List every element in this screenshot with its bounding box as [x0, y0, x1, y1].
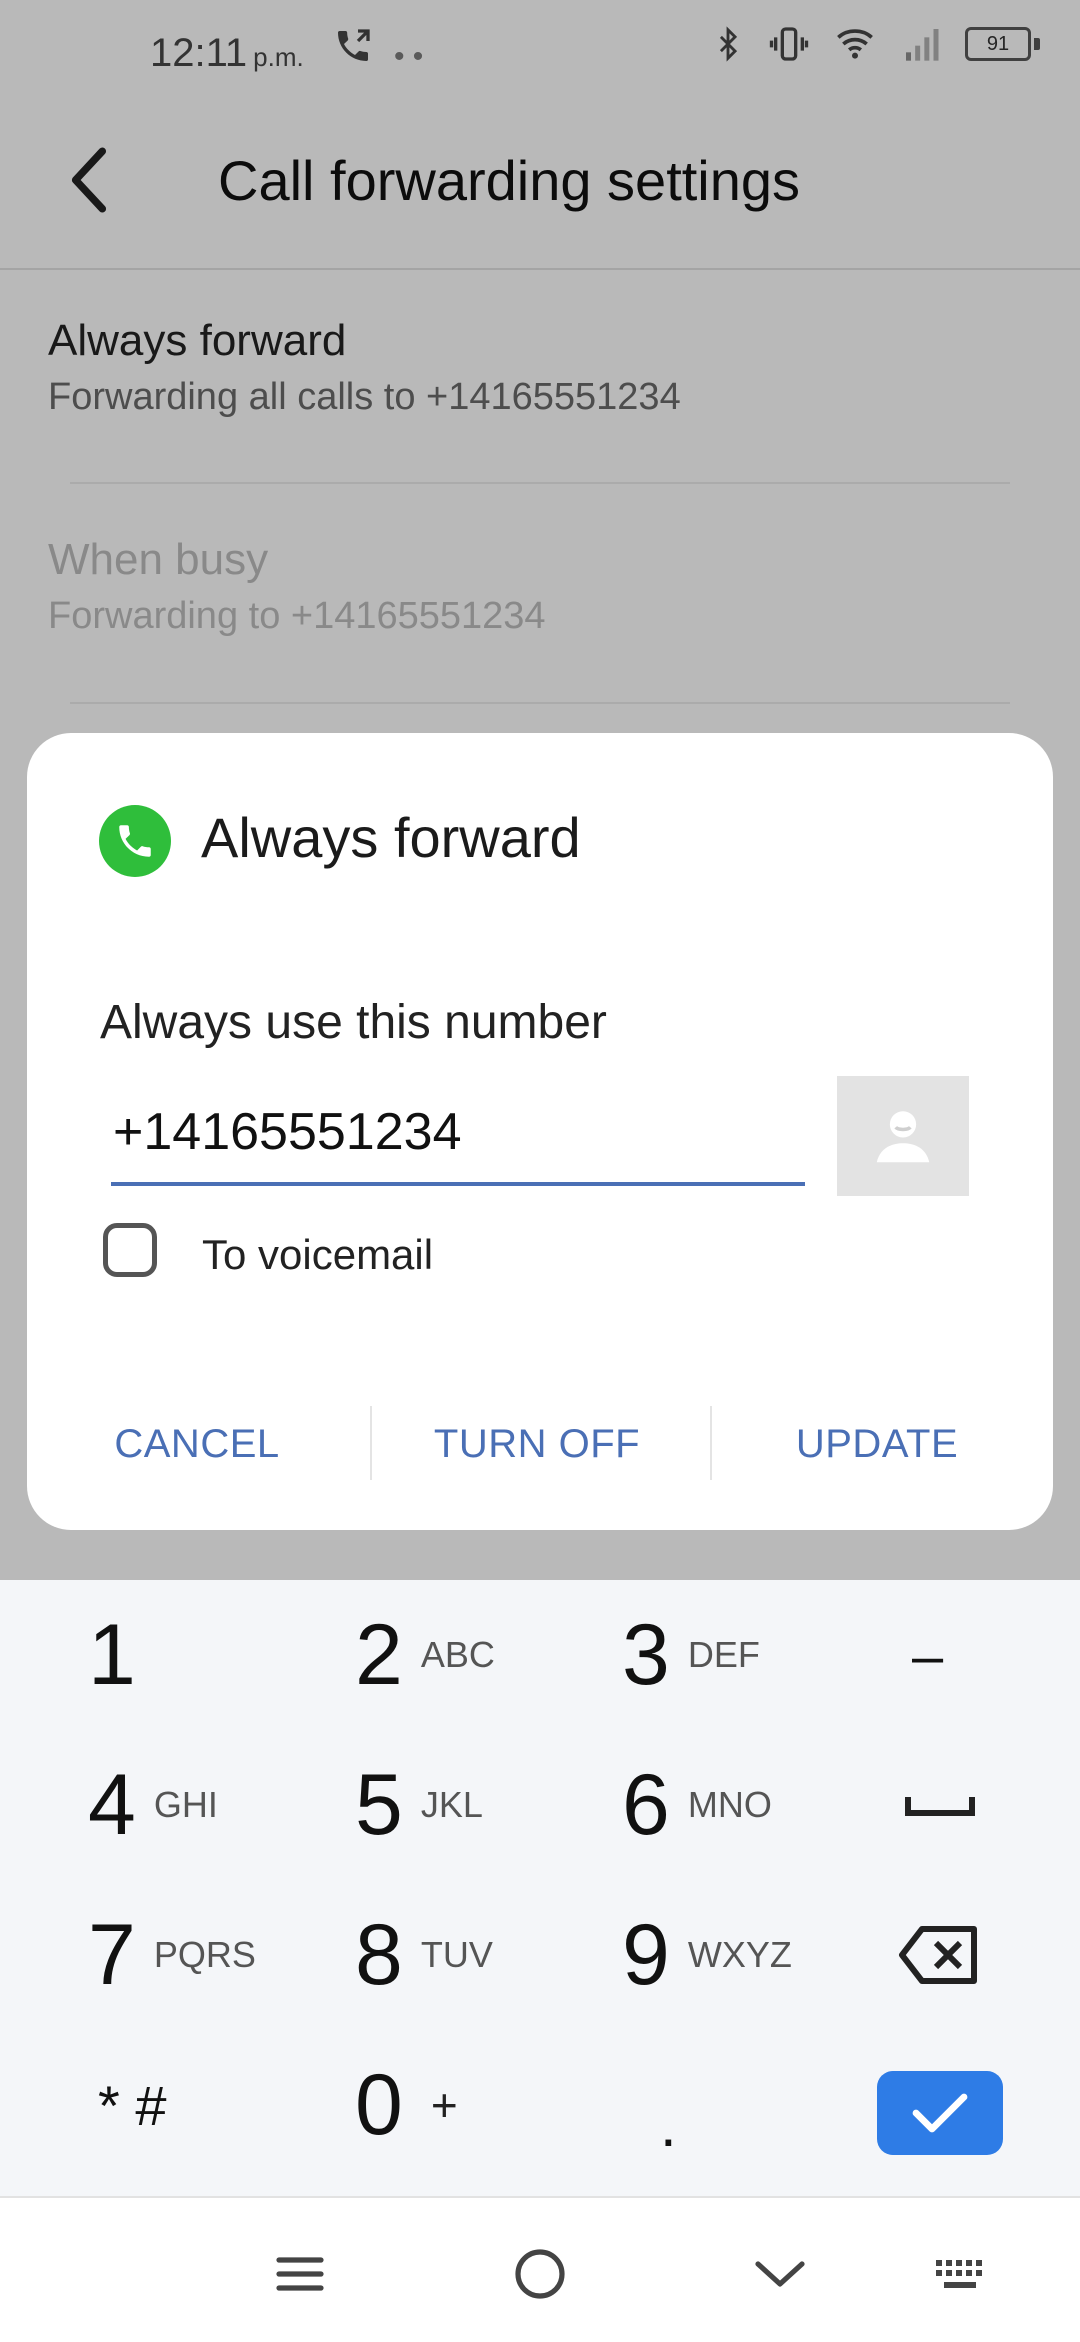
key-letters: ABC	[420, 1634, 495, 1675]
key-digit: * #	[98, 2073, 167, 2137]
always-forward-dialog: Always forward Always use this number To…	[27, 733, 1053, 1530]
key-4[interactable]: 4 GHI	[88, 1730, 218, 1880]
key-letters: GHI	[153, 1784, 218, 1825]
key-0[interactable]: 0 +	[355, 2030, 458, 2180]
voicemail-checkbox[interactable]	[103, 1223, 157, 1277]
contact-picker-icon[interactable]	[837, 1076, 969, 1196]
key-digit: 8	[355, 1906, 403, 2003]
key-digit: 3	[622, 1606, 670, 1703]
dialog-actions: CANCEL TURN OFF UPDATE	[27, 1406, 1053, 1482]
voicemail-label[interactable]: To voicemail	[202, 1231, 433, 1279]
action-divider	[370, 1406, 372, 1480]
key-5[interactable]: 5 JKL	[355, 1730, 483, 1880]
key-dot[interactable]: .	[660, 2050, 677, 2200]
phone-icon	[99, 805, 171, 877]
menu-icon[interactable]	[260, 2234, 340, 2314]
minus-key-label: –	[912, 1623, 944, 1687]
key-letters: TUV	[420, 1934, 493, 1975]
key-digit: .	[660, 2091, 677, 2159]
key-digit: 1	[88, 1606, 136, 1703]
key-digit: 0	[355, 2056, 403, 2153]
keyboard-icon[interactable]	[920, 2234, 1000, 2314]
key-minus[interactable]: –	[912, 1580, 943, 1730]
key-2[interactable]: 2 ABC	[355, 1580, 495, 1730]
home-icon[interactable]	[500, 2234, 580, 2314]
key-letters: PQRS	[153, 1934, 256, 1975]
key-9[interactable]: 9 WXYZ	[622, 1880, 792, 2030]
key-1[interactable]: 1	[88, 1580, 136, 1730]
key-star-hash[interactable]: * #	[98, 2030, 167, 2180]
key-letters: JKL	[420, 1784, 483, 1825]
key-digit: 5	[355, 1756, 403, 1853]
turn-off-button[interactable]: TURN OFF	[377, 1406, 697, 1482]
key-letters: DEF	[687, 1634, 760, 1675]
action-divider	[710, 1406, 712, 1480]
forward-number-input[interactable]	[111, 1102, 807, 1162]
collapse-icon[interactable]	[740, 2234, 820, 2314]
key-digit: 2	[355, 1606, 403, 1703]
key-3[interactable]: 3 DEF	[622, 1580, 760, 1730]
space-icon[interactable]	[902, 1730, 978, 1880]
key-8[interactable]: 8 TUV	[355, 1880, 493, 2030]
checkmark-icon[interactable]	[877, 2071, 1003, 2155]
key-digit: 7	[88, 1906, 136, 2003]
key-6[interactable]: 6 MNO	[622, 1730, 772, 1880]
key-letters: WXYZ	[687, 1934, 792, 1975]
key-digit: 4	[88, 1756, 136, 1853]
key-digit: 9	[622, 1906, 670, 2003]
navigation-bar	[0, 2196, 1080, 2342]
key-letters: +	[430, 2079, 458, 2131]
forward-number-field[interactable]	[111, 1098, 807, 1186]
numeric-keypad: 1 2 ABC 3 DEF – 4 GHI 5 JKL 6 MNO 7 PQRS 8 TUV …	[0, 1580, 1080, 2196]
number-label: Always use this number	[100, 996, 607, 1049]
key-digit: 6	[622, 1756, 670, 1853]
key-7[interactable]: 7 PQRS	[88, 1880, 256, 2030]
backspace-icon[interactable]	[898, 1880, 980, 2030]
key-letters: MNO	[687, 1784, 772, 1825]
dialog-title: Always forward	[201, 806, 581, 869]
cancel-button[interactable]: CANCEL	[47, 1406, 347, 1482]
update-button[interactable]: UPDATE	[717, 1406, 1037, 1482]
